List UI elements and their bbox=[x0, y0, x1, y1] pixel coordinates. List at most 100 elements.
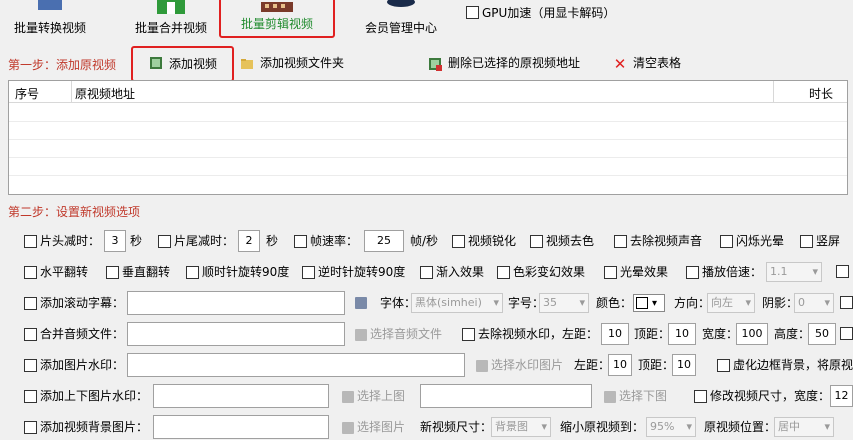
clear-table-button[interactable]: ✕ 清空表格 bbox=[613, 52, 681, 74]
cw90-option[interactable]: 顺时针旋转90度 bbox=[186, 261, 289, 283]
vflip-option[interactable]: 垂直翻转 bbox=[106, 261, 170, 283]
batch-convert-tab[interactable]: 批量转换视频 bbox=[10, 0, 90, 40]
font-select[interactable]: 黑体(simhei) bbox=[411, 293, 503, 313]
top-bottom-watermark-option[interactable]: 添加上下图片水印： bbox=[24, 385, 148, 407]
tail-cut-option[interactable]: 片尾减时： bbox=[158, 230, 234, 252]
options-row-6: 添加上下图片水印： 选择上图 选择下图 修改视频尺寸，宽度： 12 bbox=[0, 384, 853, 408]
step2-label: 第二步：设置新视频选项 bbox=[8, 205, 141, 219]
wm-height-input[interactable]: 50 bbox=[808, 323, 836, 345]
options-row-4: 合并音频文件： 选择音频文件 去除视频水印，左距： 10 顶距： 10 宽度： … bbox=[0, 322, 853, 346]
add-folder-button[interactable]: 添加视频文件夹 bbox=[240, 52, 344, 74]
batch-edit-tab[interactable]: 批量剪辑视频 bbox=[219, 0, 335, 38]
member-center-label: 会员管理中心 bbox=[364, 21, 437, 35]
wm-width-input[interactable]: 100 bbox=[736, 323, 768, 345]
options-row-3: 添加滚动字幕： 字体： 黑体(simhei) 字号： 35 颜色： ▾ 方向： … bbox=[0, 291, 853, 315]
image-watermark-input[interactable] bbox=[127, 353, 465, 377]
wm-top-input[interactable]: 10 bbox=[668, 323, 696, 345]
batch-edit-label: 批量剪辑视频 bbox=[240, 17, 313, 31]
direction-select[interactable]: 向左 bbox=[707, 293, 755, 313]
merge-icon bbox=[157, 0, 185, 14]
delete-selected-button[interactable]: 删除已选择的原视频地址 bbox=[428, 52, 580, 74]
color-picker[interactable]: ▾ bbox=[633, 294, 665, 312]
chevron-down-icon: ▾ bbox=[652, 298, 658, 309]
background-image-input[interactable] bbox=[153, 415, 329, 439]
image-icon bbox=[342, 421, 354, 434]
batch-convert-label: 批量转换视频 bbox=[13, 21, 86, 35]
fps-option[interactable]: 帧速率： bbox=[294, 230, 358, 252]
halo-option[interactable]: 光晕效果 bbox=[604, 261, 668, 283]
gpu-checkbox[interactable] bbox=[466, 5, 479, 19]
blur-background-option[interactable]: 虚化边框背景，将原视 bbox=[717, 354, 853, 376]
tail-cut-input[interactable]: 2 bbox=[238, 230, 260, 252]
wm-left-input[interactable]: 10 bbox=[601, 323, 629, 345]
position-select[interactable]: 居中 bbox=[774, 417, 834, 437]
hflip-option[interactable]: 水平翻转 bbox=[24, 261, 88, 283]
image-icon bbox=[604, 390, 616, 403]
add-video-label: 添加视频 bbox=[169, 57, 218, 71]
member-center-tab[interactable]: 会员管理中心 bbox=[358, 0, 444, 40]
resize-video-option[interactable]: 修改视频尺寸，宽度： bbox=[694, 385, 830, 407]
table-header: 序号 原视频地址 时长 bbox=[9, 81, 847, 103]
img-wm-top-input[interactable]: 10 bbox=[672, 354, 696, 376]
image-watermark-option[interactable]: 添加图片水印： bbox=[24, 354, 124, 376]
image-icon bbox=[342, 390, 354, 403]
scroll-subtitle-input[interactable] bbox=[127, 291, 345, 315]
color-effect-option[interactable]: 色彩变幻效果 bbox=[497, 261, 585, 283]
speed-option[interactable]: 播放倍速： bbox=[686, 261, 762, 283]
merge-audio-option[interactable]: 合并音频文件： bbox=[24, 323, 124, 345]
add-folder-label: 添加视频文件夹 bbox=[260, 56, 345, 70]
gpu-accel-option[interactable]: GPU加速（用显卡解码） bbox=[466, 4, 615, 20]
audio-icon bbox=[355, 328, 367, 341]
select-watermark-button[interactable]: 选择水印图片 bbox=[476, 354, 563, 376]
top-image-input[interactable] bbox=[153, 384, 329, 408]
batch-merge-tab[interactable]: 批量合并视频 bbox=[128, 0, 214, 40]
video-table[interactable]: 序号 原视频地址 时长 bbox=[8, 80, 848, 195]
remove-watermark-option[interactable]: 去除视频水印，左距： bbox=[462, 323, 598, 345]
head-cut-option[interactable]: 片头减时： bbox=[24, 230, 100, 252]
shadow-select[interactable]: 0 bbox=[794, 293, 834, 313]
select-bg-image-button[interactable]: 选择图片 bbox=[342, 416, 405, 438]
film-icon bbox=[261, 2, 293, 12]
extra-checkbox-row4[interactable] bbox=[840, 327, 853, 340]
convert-icon bbox=[38, 0, 62, 10]
options-row-5: 添加图片水印： 选择水印图片 左距： 10 顶距： 10 虚化边框背景，将原视 bbox=[0, 353, 853, 377]
shrink-select[interactable]: 95% bbox=[646, 417, 696, 437]
head-cut-input[interactable]: 3 bbox=[104, 230, 126, 252]
mute-option[interactable]: 去除视频声音 bbox=[614, 230, 702, 252]
select-bottom-image-button[interactable]: 选择下图 bbox=[604, 385, 667, 407]
speed-select[interactable]: 1.1 bbox=[766, 262, 822, 282]
select-audio-button[interactable]: 选择音频文件 bbox=[355, 323, 442, 345]
delete-video-icon bbox=[429, 57, 442, 71]
sharpen-option[interactable]: 视频锐化 bbox=[452, 230, 516, 252]
font-size-select[interactable]: 35 bbox=[539, 293, 589, 313]
add-video-icon bbox=[150, 57, 162, 69]
vertical-option[interactable]: 竖屏 bbox=[800, 230, 840, 252]
step1-label: 第一步：添加原视频 bbox=[8, 58, 117, 72]
fadein-option[interactable]: 渐入效果 bbox=[420, 261, 484, 283]
extra-checkbox-row3[interactable] bbox=[840, 296, 853, 309]
audio-path-input[interactable] bbox=[127, 322, 345, 346]
gpu-label: GPU加速（用显卡解码） bbox=[482, 5, 616, 20]
folder-icon bbox=[241, 58, 253, 69]
options-row-7: 添加视频背景图片： 选择图片 新视频尺寸： 背景图 缩小原视频到： 95% 原视… bbox=[0, 415, 853, 439]
font-settings-icon bbox=[355, 297, 367, 309]
flash-option[interactable]: 闪烁光晕 bbox=[720, 230, 784, 252]
close-icon: ✕ bbox=[613, 54, 627, 73]
ccw90-option[interactable]: 逆时针旋转90度 bbox=[302, 261, 405, 283]
img-wm-left-input[interactable]: 10 bbox=[608, 354, 632, 376]
decolor-option[interactable]: 视频去色 bbox=[530, 230, 594, 252]
scroll-subtitle-option[interactable]: 添加滚动字幕： bbox=[24, 292, 124, 314]
select-top-image-button[interactable]: 选择上图 bbox=[342, 385, 405, 407]
extra-checkbox-row2[interactable] bbox=[836, 265, 849, 278]
col-path: 原视频地址 bbox=[75, 87, 136, 101]
image-icon bbox=[476, 359, 488, 372]
add-video-button[interactable]: 添加视频 bbox=[131, 46, 234, 82]
new-size-select[interactable]: 背景图 bbox=[491, 417, 551, 437]
options-row-1: 片头减时： 3 秒 片尾减时： 2 秒 帧速率： 25 帧/秒 视频锐化 视频去… bbox=[0, 230, 853, 252]
background-image-option[interactable]: 添加视频背景图片： bbox=[24, 416, 148, 438]
delete-selected-label: 删除已选择的原视频地址 bbox=[448, 56, 581, 70]
fps-input[interactable]: 25 bbox=[364, 230, 404, 252]
resize-width-input[interactable]: 12 bbox=[830, 385, 853, 407]
col-duration: 时长 bbox=[809, 87, 834, 101]
bottom-image-input[interactable] bbox=[420, 384, 592, 408]
